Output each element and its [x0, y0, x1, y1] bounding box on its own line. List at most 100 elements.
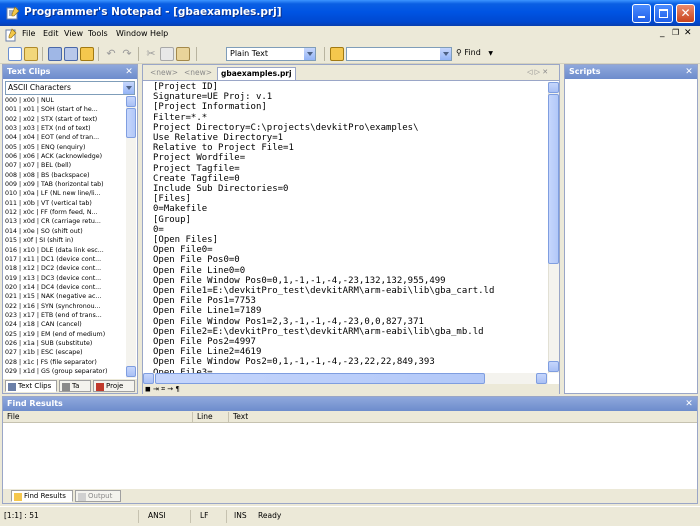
list-item[interactable]: 009 | x09 | TAB (horizontal tab) — [5, 180, 125, 189]
menu-view[interactable]: View — [64, 29, 83, 38]
maximize-button[interactable] — [654, 4, 673, 23]
list-item[interactable]: 005 | x05 | ENQ (enquiry) — [5, 143, 125, 152]
scroll-left-icon[interactable] — [143, 373, 154, 384]
code-line[interactable]: Open File Line0=0 — [153, 266, 547, 276]
scroll-thumb[interactable] — [548, 94, 559, 264]
code-line[interactable]: Open File Window Pos1=2,3,-1,-1,-4,-23,0… — [153, 317, 547, 327]
title-bar[interactable]: Programmer's Notepad - [gbaexamples.prj]… — [0, 0, 700, 26]
list-item[interactable]: 018 | x12 | DC2 (device cont... — [5, 264, 125, 273]
close-panel-icon[interactable]: ✕ — [684, 67, 694, 77]
clip-list[interactable]: 000 | x00 | NUL 001 | x01 | SOH (start of… — [5, 96, 125, 378]
list-item[interactable]: 024 | x18 | CAN (cancel) — [5, 320, 125, 329]
mdi-minimize-icon[interactable]: _ — [660, 28, 665, 38]
list-item[interactable]: 000 | x00 | NUL — [5, 96, 125, 105]
list-item[interactable]: 006 | x06 | ACK (acknowledge) — [5, 152, 125, 161]
editor-indicator-bar[interactable]: ◼ ⇥ ⌗ → ¶ — [143, 384, 559, 394]
list-item[interactable]: 027 | x1b | ESC (escape) — [5, 348, 125, 357]
tab-find-results[interactable]: Find Results — [11, 490, 73, 502]
list-item[interactable]: 026 | x1a | SUB (substitute) — [5, 339, 125, 348]
code-line[interactable]: [Group] — [153, 215, 547, 225]
editor-horizontal-scrollbar[interactable] — [143, 373, 548, 384]
scheme-select[interactable]: Plain Text — [226, 47, 316, 61]
close-panel-icon[interactable]: ✕ — [124, 67, 134, 77]
code-line[interactable]: Include Sub Directories=0 — [153, 184, 547, 194]
list-item[interactable]: 013 | x0d | CR (carriage retu... — [5, 217, 125, 226]
tab-gbaexamples[interactable]: gbaexamples.prj — [217, 67, 296, 80]
list-item[interactable]: 003 | x03 | ETX (nd of text) — [5, 124, 125, 133]
code-line[interactable]: Create Tagfile=0 — [153, 174, 547, 184]
code-line[interactable]: Open File Pos1=7753 — [153, 296, 547, 306]
column-line[interactable]: Line — [193, 412, 229, 422]
new-file-icon[interactable] — [8, 47, 22, 61]
close-window-button[interactable]: ✕ — [676, 4, 695, 23]
code-line[interactable]: Open File Line1=7189 — [153, 306, 547, 316]
document-menu-icon[interactable] — [4, 28, 18, 42]
list-item[interactable]: 001 | x01 | SOH (start of he... — [5, 105, 125, 114]
list-item[interactable]: 007 | x07 | BEL (bell) — [5, 161, 125, 170]
copy-icon[interactable] — [160, 47, 174, 61]
tab-tags[interactable]: Ta — [59, 380, 91, 392]
save-all-icon[interactable] — [64, 47, 78, 61]
menu-window[interactable]: Window — [116, 29, 148, 38]
find-in-files-icon[interactable] — [330, 47, 344, 61]
code-line[interactable]: Open File Window Pos0=0,1,-1,-1,-4,-23,1… — [153, 276, 547, 286]
list-item[interactable]: 023 | x17 | ETB (end of trans... — [5, 311, 125, 320]
open-project-icon[interactable] — [80, 47, 94, 61]
code-line[interactable]: Open File1=E:\devkitPro_test\devkitARM\a… — [153, 286, 547, 296]
code-line[interactable]: Open File Line2=4619 — [153, 347, 547, 357]
list-item[interactable]: 002 | x02 | STX (start of text) — [5, 115, 125, 124]
tab-new-1[interactable]: <new> — [147, 67, 181, 80]
code-line[interactable]: Open File Pos0=0 — [153, 255, 547, 265]
column-text[interactable]: Text — [229, 412, 697, 422]
code-line[interactable]: [Open Files] — [153, 235, 547, 245]
scroll-down-icon[interactable] — [548, 361, 559, 372]
scroll-down-icon[interactable] — [126, 366, 136, 377]
menu-edit[interactable]: Edit — [43, 29, 59, 38]
code-line[interactable]: Filter=*.* — [153, 113, 547, 123]
scroll-thumb[interactable] — [155, 373, 485, 384]
open-file-icon[interactable] — [24, 47, 38, 61]
search-combo[interactable] — [346, 47, 452, 61]
clip-set-select[interactable]: ASCII Characters — [5, 81, 135, 95]
tab-new-2[interactable]: <new> — [181, 67, 215, 80]
code-line[interactable]: Project Tagfile= — [153, 164, 547, 174]
list-item[interactable]: 012 | x0c | FF (form feed, N... — [5, 208, 125, 217]
close-panel-icon[interactable]: ✕ — [684, 399, 694, 409]
find-button[interactable]: ⚲ Find ▼ — [456, 48, 493, 57]
code-line[interactable]: Open File0= — [153, 245, 547, 255]
list-item[interactable]: 029 | x1d | GS (group separator) — [5, 367, 125, 376]
scroll-right-icon[interactable] — [536, 373, 547, 384]
menu-file[interactable]: File — [22, 29, 35, 38]
list-item[interactable]: 010 | x0a | LF (NL new line/li... — [5, 189, 125, 198]
code-line[interactable]: Project Wordfile= — [153, 153, 547, 163]
tab-navigation[interactable]: ◁ ▷ ✕ — [527, 68, 548, 76]
code-line[interactable]: [Files] — [153, 194, 547, 204]
minimize-button[interactable] — [632, 4, 651, 23]
list-item[interactable]: 016 | x10 | DLE (data link esc... — [5, 246, 125, 255]
menu-tools[interactable]: Tools — [88, 29, 108, 38]
list-item[interactable]: 017 | x11 | DC1 (device cont... — [5, 255, 125, 264]
code-line[interactable]: Relative to Project File=1 — [153, 143, 547, 153]
paste-icon[interactable] — [176, 47, 190, 61]
list-item[interactable]: 015 | x0f | SI (shift in) — [5, 236, 125, 245]
scroll-thumb[interactable] — [126, 108, 136, 138]
list-item[interactable]: 014 | x0e | SO (shift out) — [5, 227, 125, 236]
chevron-down-icon[interactable] — [303, 48, 315, 60]
chevron-down-icon[interactable] — [439, 48, 451, 60]
code-line[interactable]: Use Relative Directory=1 — [153, 133, 547, 143]
scroll-up-icon[interactable] — [126, 96, 136, 107]
mdi-close-icon[interactable]: ✕ — [684, 28, 692, 38]
code-line[interactable]: [Project Information] — [153, 102, 547, 112]
menu-help[interactable]: Help — [150, 29, 168, 38]
tab-text-clips[interactable]: Text Clips — [5, 380, 57, 392]
mdi-restore-icon[interactable]: ❐ — [672, 28, 679, 37]
list-item[interactable]: 022 | x16 | SYN (synchronou... — [5, 302, 125, 311]
code-line[interactable]: 0= — [153, 225, 547, 235]
list-item[interactable]: 019 | x13 | DC3 (device cont... — [5, 274, 125, 283]
tab-output[interactable]: Output — [75, 490, 121, 502]
list-item[interactable]: 020 | x14 | DC4 (device cont... — [5, 283, 125, 292]
chevron-down-icon[interactable] — [123, 82, 134, 94]
list-item[interactable]: 028 | x1c | FS (file separator) — [5, 358, 125, 367]
tab-projects[interactable]: Proje — [93, 380, 135, 392]
code-line[interactable]: 0=Makefile — [153, 204, 547, 214]
